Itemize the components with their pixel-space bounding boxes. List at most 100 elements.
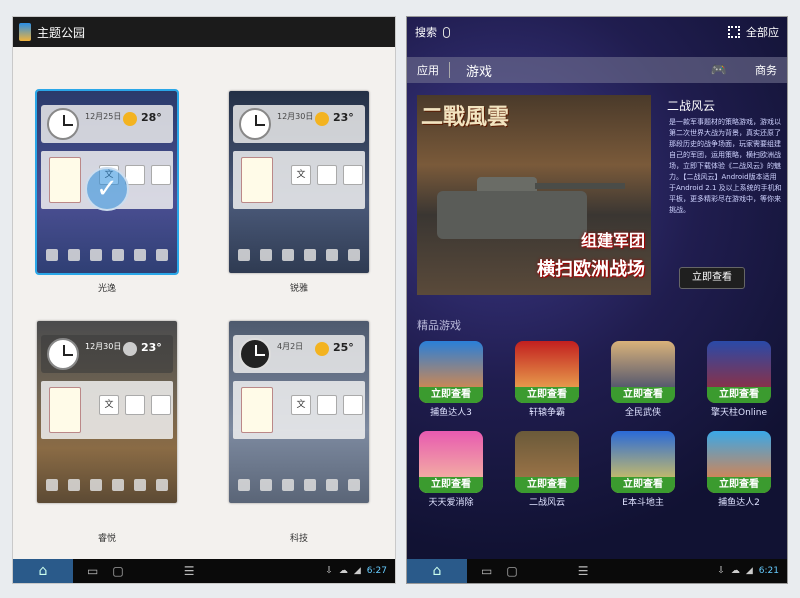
tab-business[interactable]: 商务 [755,62,787,78]
tab-apps[interactable]: 应用 [407,62,450,78]
globe-icon [343,165,363,185]
view-badge: 立即查看 [611,477,675,493]
recent-apps-icon[interactable]: ▭ [87,564,98,578]
download-icon: ⇩ [717,566,725,576]
featured-banner[interactable]: 二戰風雲 组建军团 横扫欧洲战场 [417,95,651,295]
microphone-icon[interactable] [443,26,450,38]
app-panel: 文 [41,381,173,439]
tab-games[interactable]: 游戏 [450,61,508,80]
game-name: 天天爱消除 [428,498,474,508]
widget-temp: 23° [141,341,162,354]
clock-widget: 4月2日 25° [233,335,365,373]
notebook-icon [241,387,273,433]
text-app-icon: 文 [291,395,311,415]
all-apps-button[interactable]: 全部应 [746,24,779,40]
view-badge: 立即查看 [707,387,771,403]
game-card[interactable]: 立即查看 天天爱消除 [419,431,483,508]
cloud-icon: ☁ [730,566,740,576]
game-card[interactable]: 立即查看 E本斗地主 [611,431,675,508]
view-badge: 立即查看 [515,477,579,493]
game-card[interactable]: 立即查看 二战风云 [515,431,579,508]
fish-game-icon: 立即查看 [419,341,483,403]
game-name: 捕鱼达人2 [718,498,760,508]
game-name: E本斗地主 [622,498,664,508]
view-badge: 立即查看 [515,387,579,403]
clock-icon [47,338,79,370]
widget-date: 4月2日 [277,342,304,351]
download-icon: ⇩ [325,566,333,576]
apps-grid-icon[interactable] [728,26,740,38]
search-button[interactable]: 搜索 [415,24,437,40]
theme-card-guangyi[interactable]: 12月25日 28° 文 ✓ [35,89,179,275]
game-card[interactable]: 立即查看 擎天柱Online [707,341,771,418]
home-icon[interactable]: ⌂ [13,559,73,583]
widget-temp: 28° [141,111,162,124]
text-app-icon: 文 [99,395,119,415]
theme-park-screen: 主题公园 12月25日 28° 文 ✓ 光逸 12月30日 [12,16,396,584]
theme-card-ruiyue[interactable]: 12月30日 23° 文 [37,321,177,503]
menu-icon[interactable]: ☰ [184,564,195,578]
dock-icons [233,479,365,495]
clock-icon [239,338,271,370]
status-area: ⇩ ☁ ◢ 6:21 [717,566,787,576]
view-badge: 立即查看 [611,387,675,403]
view-now-button[interactable]: 立即查看 [679,267,745,289]
cloud-icon: ☁ [338,566,348,576]
globe-icon [343,395,363,415]
system-nav-bar: ⌂ ▭ ▢ ☰ ⇩ ☁ ◢ 6:21 [407,559,787,583]
featured-description: 是一款军事题材的策略游戏，游戏以第二次世界大战为背景，真实还原了那段历史的战争场… [669,118,782,214]
selected-check-icon: ✓ [85,167,129,211]
theme-park-app-icon [19,23,31,41]
globe-icon [151,165,171,185]
screenshot-icon[interactable]: ▢ [112,564,123,578]
category-tabs: 应用 游戏 🎮 商务 [407,57,787,83]
fish2-game-icon: 立即查看 [707,431,771,493]
wifi-icon: ◢ [353,566,361,576]
screenshot-icon[interactable]: ▢ [506,564,517,578]
gamepad-icon: 🎮 [710,62,727,78]
section-title: 精品游戏 [417,319,461,332]
menu-icon[interactable]: ☰ [578,564,589,578]
view-badge: 立即查看 [707,477,771,493]
game-card[interactable]: 立即查看 轩辕争霸 [515,341,579,418]
theme-card-keji[interactable]: 4月2日 25° 文 [229,321,369,503]
recent-apps-icon[interactable]: ▭ [481,564,492,578]
tank-barrel [535,183,625,189]
status-area: ⇩ ☁ ◢ 6:27 [325,566,395,576]
clock-widget: 12月30日 23° [41,335,173,373]
wuxia-game-icon: 立即查看 [611,341,675,403]
clock-widget: 12月25日 28° [41,105,173,143]
globe-icon [151,395,171,415]
sun-icon [123,112,137,126]
dock-icons [41,249,173,265]
banner-slogan: 横扫欧洲战场 [537,259,645,280]
dock-icons [233,249,365,265]
home-icon[interactable]: ⌂ [407,559,467,583]
notebook-icon [241,157,273,203]
page-title: 主题公园 [37,25,86,40]
banner-title: 二戰風雲 [421,105,510,130]
game-card[interactable]: 立即查看 捕鱼达人2 [707,431,771,508]
screenshot-root: 主题公园 12月25日 28° 文 ✓ 光逸 12月30日 [0,0,800,598]
game-card[interactable]: 立即查看 捕鱼达人3 [419,341,483,418]
sun-icon [123,342,137,356]
view-badge: 立即查看 [419,477,483,493]
notebook-icon [49,387,81,433]
text-app-icon: 文 [291,165,311,185]
game-card[interactable]: 立即查看 全民武侠 [611,341,675,418]
search-bar: 搜索 全部应 [407,17,787,47]
theme-label: 睿悦 [97,534,116,544]
photo-app-icon [317,395,337,415]
warrior-game-icon: 立即查看 [515,341,579,403]
clock-icon [47,108,79,140]
banner-slogan: 组建军团 [580,231,645,250]
theme-label: 锐雅 [289,284,308,294]
game-name: 轩辕争霸 [528,408,565,418]
widget-date: 12月25日 [85,112,122,121]
theme-label: 光逸 [97,284,116,294]
theme-card-ruiya[interactable]: 12月30日 23° 文 [229,91,369,273]
photo-app-icon [125,395,145,415]
game-name: 二战风云 [528,498,565,508]
game-name: 捕鱼达人3 [430,408,472,418]
theme-label: 科技 [289,534,308,544]
